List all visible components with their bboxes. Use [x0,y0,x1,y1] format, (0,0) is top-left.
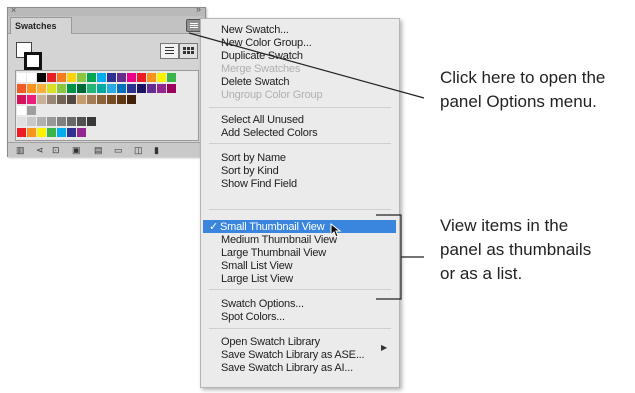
callout-thumbnails: View items in the panel as thumbnails or… [440,214,591,286]
callout-line-3: or as a list. [440,264,523,283]
callout-lines [188,32,425,300]
callout-line-2: panel Options menu. [440,92,597,111]
callout-line-1: View items in the [440,216,569,235]
callout-line-1: Click here to open the [440,68,606,87]
callout-line-options [188,32,425,99]
callout-line-2: panel as thumbnails [440,240,592,259]
callout-bracket-views [376,214,402,300]
callout-options-menu: Click here to open the panel Options men… [440,66,605,114]
